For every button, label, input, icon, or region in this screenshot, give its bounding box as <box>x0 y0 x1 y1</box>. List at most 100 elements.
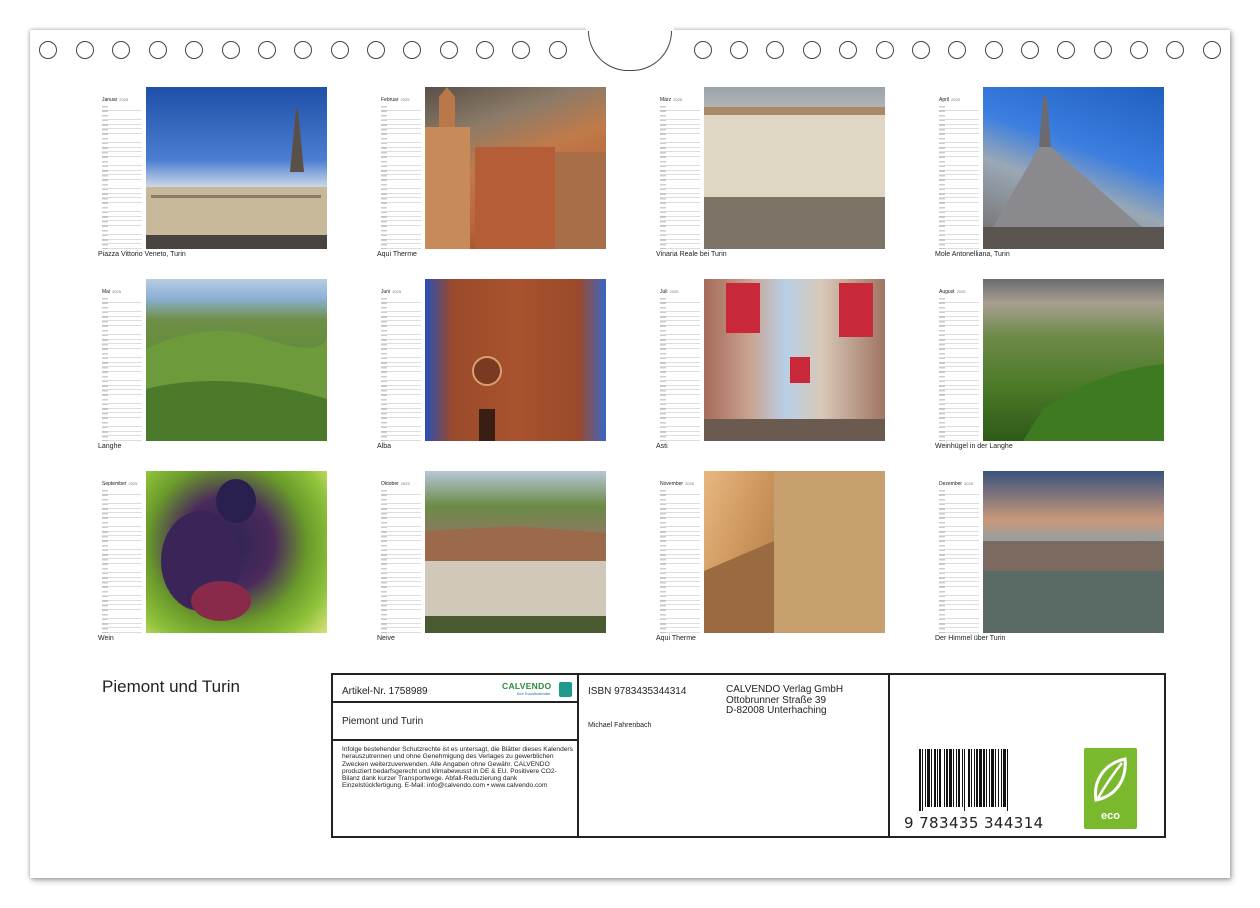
day-lines <box>939 298 979 441</box>
month-year: 2025 <box>119 97 129 102</box>
month-caption: Weinhügel in der Langhe <box>935 443 1013 450</box>
month-calendar: Januar 2025 <box>98 87 144 249</box>
binding-ring <box>294 41 312 59</box>
binding-ring <box>185 41 203 59</box>
month-photo <box>146 471 327 633</box>
logo-text: CALVENDO <box>502 681 552 691</box>
month-name: August <box>939 289 955 295</box>
leaf-icon <box>1093 757 1127 802</box>
day-lines <box>102 106 142 249</box>
month-name: Februar <box>381 97 399 103</box>
calendar-name: Piemont und Turin <box>342 716 424 727</box>
month-name: Januar <box>102 97 118 103</box>
month-calendar: November 2025 <box>656 471 702 633</box>
binding-ring <box>331 41 349 59</box>
month-year: 2025 <box>392 289 402 294</box>
binding-ring <box>912 41 930 59</box>
month-caption: Piazza Vittorio Veneto, Turin <box>98 251 186 258</box>
month-calendar: Oktober 2025 <box>377 471 423 633</box>
month-photo <box>704 87 885 249</box>
month-caption: Alba <box>377 443 392 450</box>
month-calendar: Februar 2025 <box>377 87 423 249</box>
publisher-line-3: D-82008 Unterhaching <box>726 705 827 716</box>
binding-ring <box>476 41 494 59</box>
month-name: September <box>102 481 127 487</box>
day-lines <box>939 490 979 633</box>
month-tile-april: April 2025 Mole Antonelliana, Turin <box>935 87 1175 259</box>
day-lines <box>660 106 700 249</box>
barcode-cell: 9 783435 344314 eco <box>890 675 1164 836</box>
binding-ring <box>76 41 94 59</box>
binding-ring <box>1203 41 1221 59</box>
day-lines <box>102 490 142 633</box>
legal-notice: Infolge bestehender Schutzrechte ist es … <box>342 746 573 790</box>
calendar-name-cell: Piemont und Turin <box>333 703 579 741</box>
binding-ring <box>985 41 1003 59</box>
month-name: April <box>939 97 950 103</box>
month-calendar: September 2025 <box>98 471 144 633</box>
publisher-line-1: CALVENDO Verlag GmbH <box>726 684 844 695</box>
month-caption: Asti <box>656 443 668 450</box>
day-lines <box>939 106 979 249</box>
month-photo <box>704 279 885 441</box>
month-caption: Aqui Therme <box>656 635 696 642</box>
barcode-bars <box>919 749 1043 811</box>
month-photo <box>983 471 1164 633</box>
binding-ring <box>1130 41 1148 59</box>
isbn: ISBN 9783435344314 <box>588 686 687 697</box>
month-tile-august: August 2025 Weinhügel in der Langhe <box>935 279 1175 451</box>
binding-ring <box>258 41 276 59</box>
month-calendar: April 2025 <box>935 87 981 249</box>
month-photo <box>983 87 1164 249</box>
logo-mark-icon <box>559 682 572 697</box>
binding-ring <box>222 41 240 59</box>
month-calendar: Juni 2025 <box>377 279 423 441</box>
day-lines <box>381 490 421 633</box>
month-tile-december: Dezember 2025 Der Himmel über Turin <box>935 471 1175 643</box>
calvendo-logo: CALVENDO Ihre Kunstkalender <box>502 681 572 699</box>
binding-ring <box>549 41 567 59</box>
month-tile-september: September 2025 Wein <box>98 471 338 643</box>
month-calendar: Juli 2025 <box>656 279 702 441</box>
month-tile-june: Juni 2025 Alba <box>377 279 617 451</box>
month-tile-february: Februar 2025 Aqui Therme <box>377 87 617 259</box>
month-caption: Mole Antonelliana, Turin <box>935 251 1010 258</box>
binding-ring <box>1021 41 1039 59</box>
binding-ring <box>149 41 167 59</box>
month-photo <box>425 279 606 441</box>
month-year: 2025 <box>685 481 694 486</box>
barcode-digits: 9 783435 344314 <box>904 814 1044 832</box>
binding-ring <box>39 41 57 59</box>
month-caption: Neive <box>377 635 395 642</box>
month-year: 2025 <box>964 481 973 486</box>
calendar-title: Piemont und Turin <box>102 677 240 696</box>
month-name: Mai <box>102 289 111 295</box>
day-lines <box>660 490 700 633</box>
month-year: 2025 <box>400 97 410 102</box>
month-caption: Langhe <box>98 443 122 450</box>
month-name: Dezember <box>939 481 963 487</box>
binding-ring <box>730 41 748 59</box>
month-calendar: Dezember 2025 <box>935 471 981 633</box>
binding-ring <box>766 41 784 59</box>
day-lines <box>381 106 421 249</box>
month-tile-november: November 2025 Aqui Therme <box>656 471 896 643</box>
month-caption: Vinaria Reale bei Turin <box>656 251 727 258</box>
month-name: Juni <box>381 289 391 295</box>
month-year: 2025 <box>669 289 679 294</box>
binding-ring <box>112 41 130 59</box>
month-calendar: Mai 2025 <box>98 279 144 441</box>
month-photo <box>425 471 606 633</box>
day-lines <box>102 298 142 441</box>
month-year: 2025 <box>112 289 121 294</box>
month-name: November <box>660 481 684 487</box>
legal-cell: Infolge bestehender Schutzrechte ist es … <box>333 741 579 836</box>
month-year: 2025 <box>673 97 683 102</box>
month-year: 2025 <box>956 289 966 294</box>
month-calendar: August 2025 <box>935 279 981 441</box>
binding-ring <box>1057 41 1075 59</box>
month-tile-july: Juli 2025 Asti <box>656 279 896 451</box>
binding-ring <box>1094 41 1112 59</box>
month-name: Oktober <box>381 481 399 487</box>
month-caption: Aqui Therme <box>377 251 417 258</box>
